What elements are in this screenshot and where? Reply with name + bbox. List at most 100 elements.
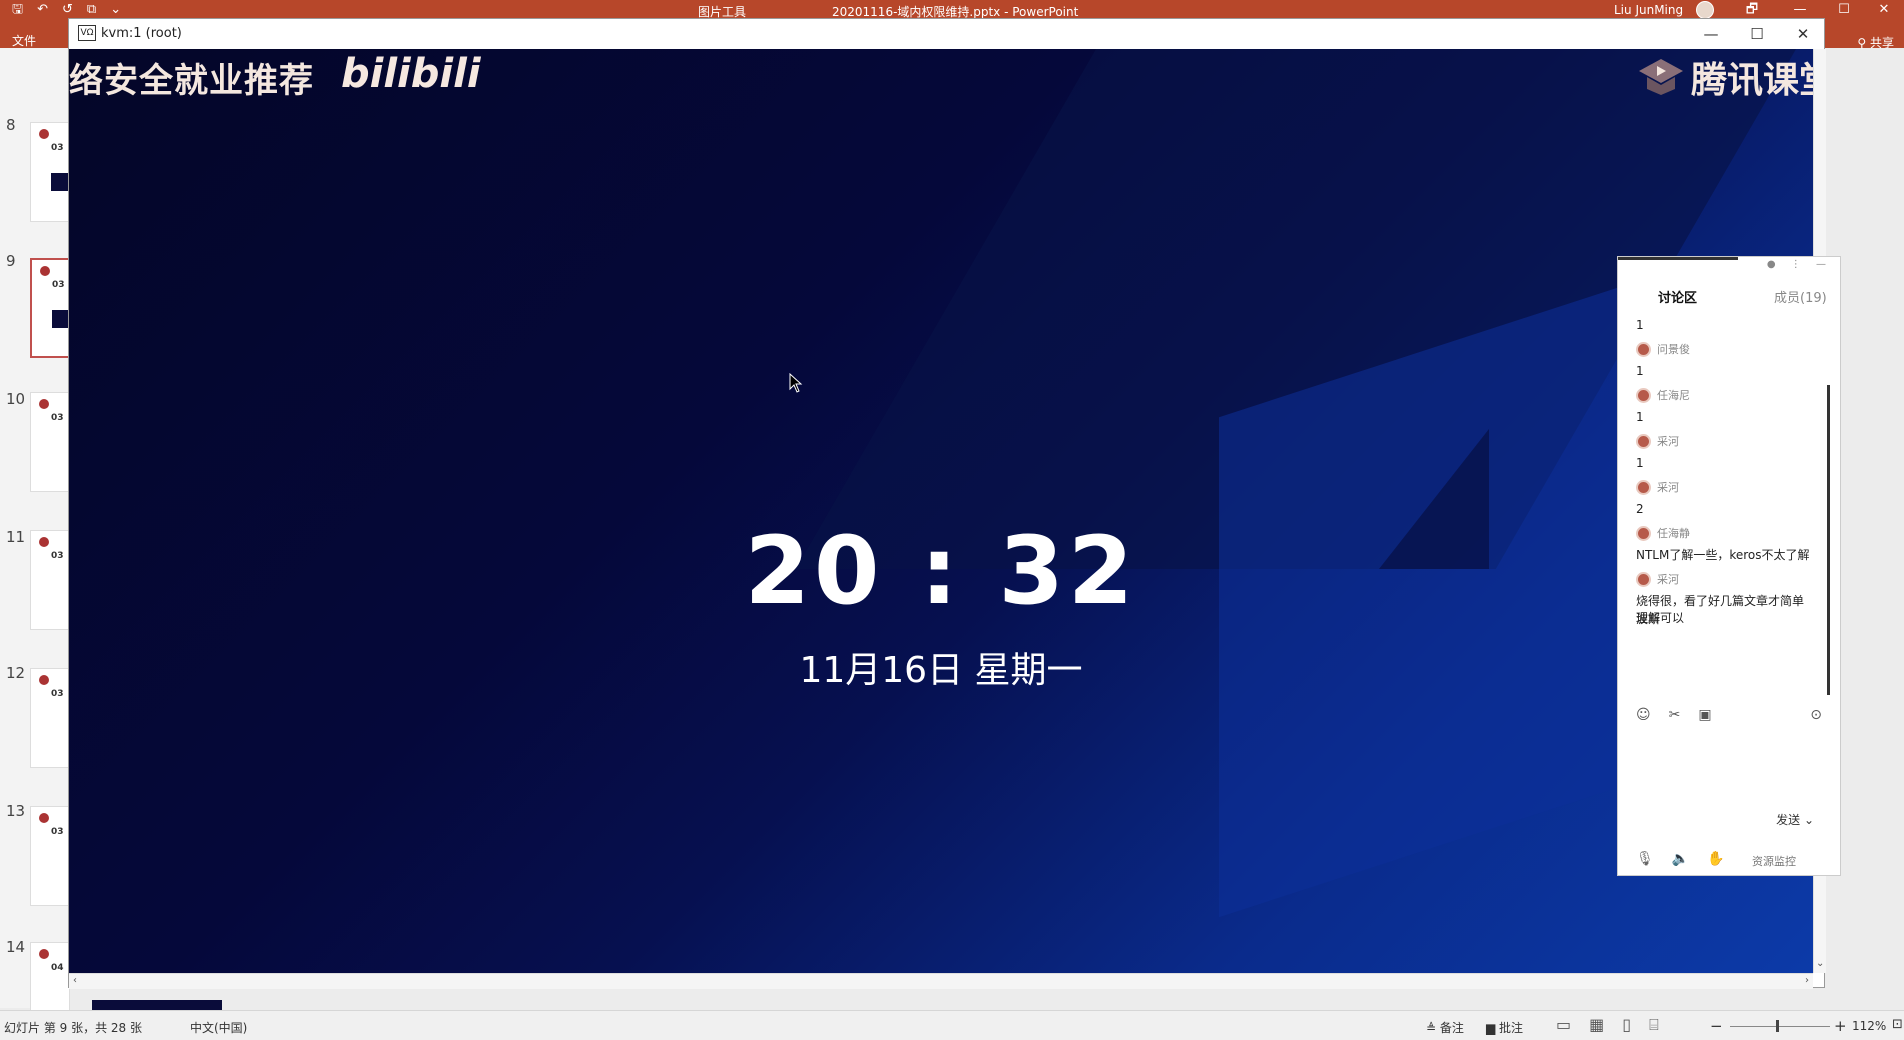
share-button[interactable]: ⚲ 共享 xyxy=(1857,34,1894,51)
slide-sorter-icon[interactable]: ▦ xyxy=(1589,1015,1604,1035)
message-author: 问景俊 xyxy=(1636,341,1690,357)
scroll-down-icon[interactable]: ⌄ xyxy=(1816,958,1824,969)
message-author: 采河 xyxy=(1636,571,1679,587)
discussion-panel: ● ⋮ — 讨论区 成员(19) 1 问景俊 1 任海尼 1 采河 1 采河 2… xyxy=(1617,256,1841,876)
slide-thumbnail[interactable]: 03 xyxy=(30,122,71,222)
avatar xyxy=(1636,571,1651,587)
zoom-out-button[interactable]: − xyxy=(1710,1017,1723,1035)
file-tab[interactable]: 文件 xyxy=(12,32,36,49)
raise-hand-icon[interactable]: ✋ xyxy=(1707,851,1724,867)
tencent-classroom-logo: 腾讯课堂 xyxy=(1637,51,1813,103)
comment-icon: ▆ xyxy=(1486,1021,1500,1035)
avatar xyxy=(1636,525,1651,541)
avatar xyxy=(1636,433,1651,449)
image-icon[interactable]: ▣ xyxy=(1698,707,1711,723)
slide-thumbnail[interactable]: 03 xyxy=(30,530,70,630)
language-indicator[interactable]: 中文(中国) xyxy=(190,1019,247,1036)
person-icon: ⚲ xyxy=(1857,36,1870,50)
mouse-pointer-icon xyxy=(789,373,803,393)
emoji-icon[interactable]: ☺ xyxy=(1636,707,1651,723)
clock-date: 11月16日 星期一 xyxy=(799,650,1083,691)
avatar xyxy=(1636,479,1651,495)
vnc-minimize-button[interactable]: — xyxy=(1689,23,1733,47)
scroll-left-icon[interactable]: ‹ xyxy=(73,975,77,986)
zoom-in-button[interactable]: + xyxy=(1834,1017,1847,1035)
send-label: 发送 xyxy=(1776,813,1801,827)
slide-thumbnail[interactable]: 03 xyxy=(30,392,70,492)
vnc-close-button[interactable]: ✕ xyxy=(1781,23,1825,47)
vnc-window-title: kvm:1 (root) xyxy=(101,26,182,41)
author-name: 采河 xyxy=(1657,573,1679,586)
resource-monitor-link[interactable]: 资源监控 xyxy=(1752,853,1796,869)
tab-members[interactable]: 成员(19) xyxy=(1774,287,1827,306)
message-list[interactable]: 1 问景俊 1 任海尼 1 采河 1 采河 2 任海静 NTLM了解一些，ker… xyxy=(1618,311,1842,691)
slide-thumbnail-selected[interactable]: 03 xyxy=(30,258,72,358)
microphone-icon[interactable]: 🎙 xyxy=(1636,851,1654,867)
redo-icon[interactable]: ↺ xyxy=(62,2,73,18)
present-icon[interactable]: ⧉ xyxy=(87,2,96,18)
slideshow-icon[interactable]: ⌸ xyxy=(1649,1015,1659,1035)
panel-menu-icon[interactable]: ● ⋮ — xyxy=(1767,259,1832,270)
vnc-maximize-button[interactable]: ☐ xyxy=(1735,23,1779,47)
logo-icon xyxy=(39,813,49,823)
speaker-icon[interactable]: 🔈 xyxy=(1672,851,1689,867)
close-button[interactable]: ✕ xyxy=(1864,0,1904,20)
logo-icon xyxy=(39,537,49,547)
remote-lock-screen[interactable]: 络安全就业推荐 bilibili 腾讯课堂 20 : 32 11月16日 星期一 xyxy=(69,49,1813,973)
message-text: 2 xyxy=(1636,502,1644,516)
author-name: 问景俊 xyxy=(1657,343,1690,356)
slide-number: 14 xyxy=(6,938,26,956)
comments-button[interactable]: ▆ 批注 xyxy=(1486,1019,1523,1036)
save-icon[interactable]: 🖫 xyxy=(12,2,23,18)
author-name: 任海静 xyxy=(1657,527,1690,540)
thumb-code: 04 xyxy=(51,963,64,973)
message-text: 1 xyxy=(1636,364,1644,378)
thumb-code: 03 xyxy=(52,280,65,290)
quick-access-toolbar: 🖫 ↶ ↺ ⧉ ⌄ xyxy=(12,2,121,18)
zoom-slider[interactable] xyxy=(1730,1026,1830,1027)
message-author: 采河 xyxy=(1636,433,1679,449)
slide-number: 9 xyxy=(6,252,16,270)
settings-icon[interactable]: ⊙ xyxy=(1810,707,1822,723)
send-button[interactable]: 发送 ⌄ xyxy=(1776,811,1814,828)
watermark-text: 络安全就业推荐 xyxy=(69,61,314,101)
user-avatar[interactable] xyxy=(1696,1,1714,19)
view-switcher: ▭ ▦ ▯ ⌸ xyxy=(1556,1015,1659,1035)
author-name: 采河 xyxy=(1657,481,1679,494)
message-author: 任海静 xyxy=(1636,525,1690,541)
undo-icon[interactable]: ↶ xyxy=(37,2,48,18)
slide-number: 12 xyxy=(6,664,26,682)
bilibili-logo: bilibili xyxy=(341,51,481,97)
horizontal-scrollbar[interactable]: ‹ › xyxy=(69,973,1813,989)
tab-discussion[interactable]: 讨论区 xyxy=(1658,287,1697,306)
scroll-right-icon[interactable]: › xyxy=(1805,975,1809,986)
ribbon-display-icon[interactable]: 🗗 xyxy=(1732,0,1772,20)
status-bar: 幻灯片 第 9 张，共 28 张 中文(中国) ≜ 备注 ▆ 批注 ▭ ▦ ▯ … xyxy=(0,1010,1904,1040)
message-text: 1 xyxy=(1636,456,1644,470)
fit-to-window-icon[interactable]: ⊡ xyxy=(1892,1017,1903,1032)
maximize-button[interactable]: ☐ xyxy=(1824,0,1864,20)
minimize-button[interactable]: — xyxy=(1780,0,1820,20)
message-text: NTLM了解一些，keros不太了解 xyxy=(1636,548,1810,562)
reading-view-icon[interactable]: ▯ xyxy=(1622,1015,1631,1035)
slide-thumbnail[interactable]: 03 xyxy=(30,806,70,906)
notes-button[interactable]: ≜ 备注 xyxy=(1426,1019,1464,1036)
logo-icon xyxy=(40,266,50,276)
zoom-level[interactable]: 112% xyxy=(1852,1019,1886,1033)
zoom-slider-thumb[interactable] xyxy=(1776,1020,1779,1032)
customize-icon[interactable]: ⌄ xyxy=(110,2,121,18)
user-name[interactable]: Liu JunMing xyxy=(1614,3,1683,17)
normal-view-icon[interactable]: ▭ xyxy=(1556,1015,1571,1035)
logo-icon xyxy=(39,399,49,409)
thumb-code: 03 xyxy=(51,827,64,837)
message-text: 1 xyxy=(1636,318,1644,332)
avatar xyxy=(1636,341,1651,357)
slide-thumbnail-pane[interactable]: 8 03 9 03 10 03 11 03 12 03 13 03 14 04 xyxy=(0,48,72,1040)
slide-thumbnail[interactable]: 03 xyxy=(30,668,70,768)
message-text: 1 xyxy=(1636,410,1644,424)
scissors-icon[interactable]: ✂ xyxy=(1669,707,1681,723)
slide-number: 13 xyxy=(6,802,26,820)
message-scrollbar[interactable] xyxy=(1827,385,1830,695)
panel-top-bar xyxy=(1618,257,1738,260)
author-name: 任海尼 xyxy=(1657,389,1690,402)
